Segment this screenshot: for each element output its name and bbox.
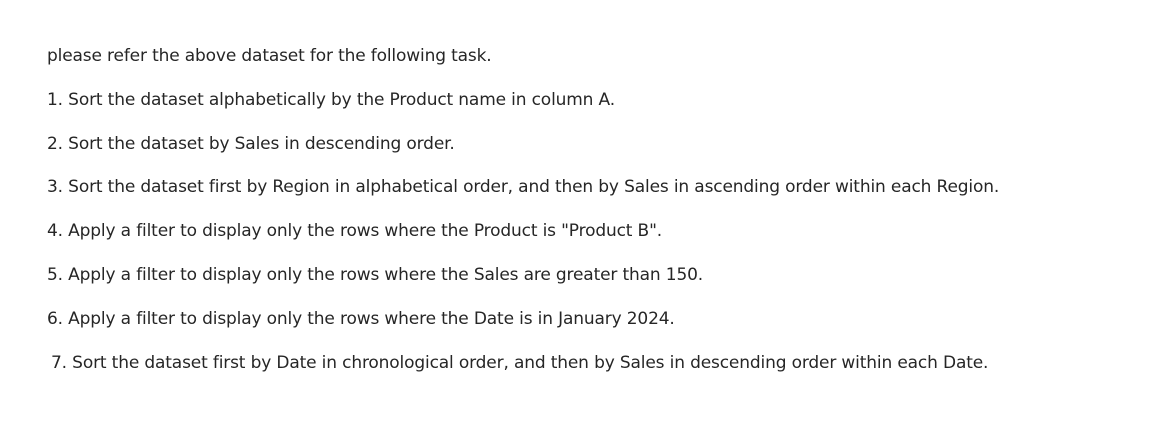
task-item-3: 3. Sort the dataset first by Region in a…	[47, 177, 1000, 198]
task-item-2: 2. Sort the dataset by Sales in descendi…	[47, 133, 455, 154]
task-item-6: 6. Apply a filter to display only the ro…	[47, 308, 675, 329]
task-item-4: 4. Apply a filter to display only the ro…	[47, 221, 662, 242]
task-item-5: 5. Apply a filter to display only the ro…	[47, 264, 704, 285]
task-instructions: please refer the above dataset for the f…	[47, 44, 1127, 394]
task-item-1: 1. Sort the dataset alphabetically by th…	[47, 89, 615, 110]
task-item-7: 7. Sort the dataset first by Date in chr…	[51, 352, 989, 373]
intro-text: please refer the above dataset for the f…	[47, 46, 492, 66]
